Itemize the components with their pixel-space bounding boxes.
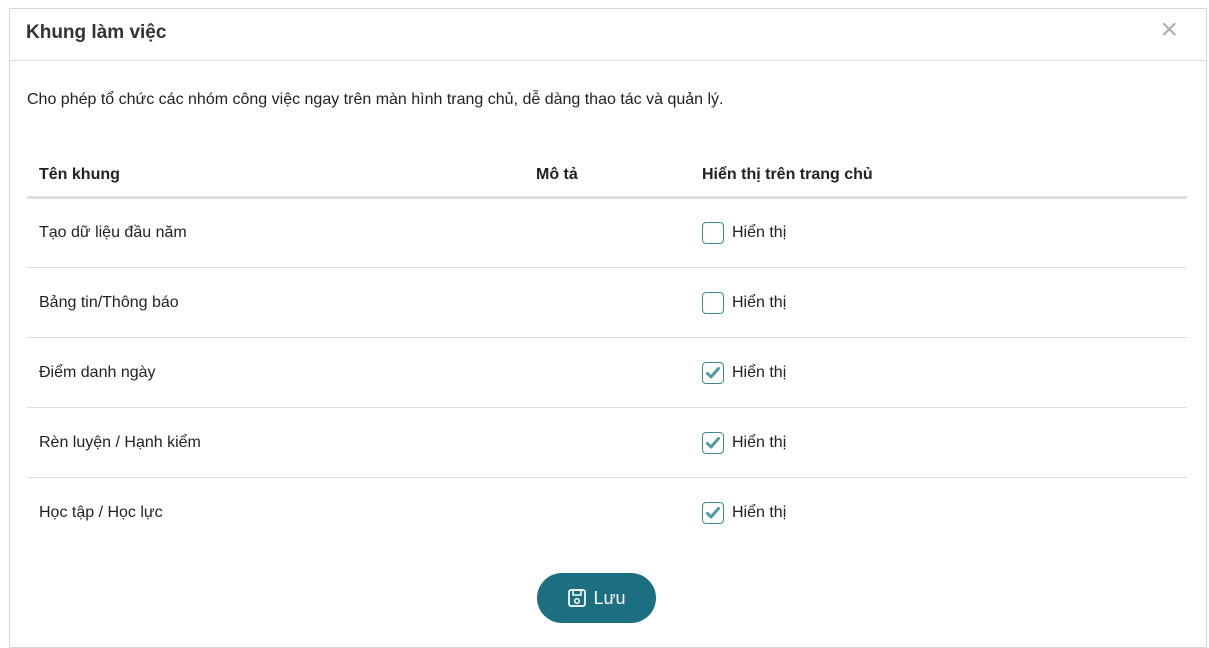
show-toggle[interactable]: Hiển thị <box>702 222 1175 244</box>
frame-name: Học tập / Học lực <box>39 503 163 521</box>
frame-description <box>524 478 690 548</box>
header-description: Mô tả <box>524 154 690 199</box>
dialog-header: Khung làm việc × <box>10 9 1206 61</box>
table-row: Học tập / Học lực Hiển thị <box>27 478 1187 548</box>
table-header-row: Tên khung Mô tả Hiển thị trên trang chủ <box>27 154 1187 199</box>
show-toggle[interactable]: Hiển thị <box>702 501 1175 524</box>
dialog-description: Cho phép tổ chức các nhóm công việc ngay… <box>27 91 724 108</box>
show-checkbox-label: Hiển thị <box>732 503 787 521</box>
table-row: Tạo dữ liệu đầu năm Hiển thị <box>27 197 1187 268</box>
show-cell: Hiển thị <box>690 407 1187 478</box>
frame-description <box>524 267 690 338</box>
show-checkbox-label: Hiển thị <box>732 363 787 381</box>
table-row: Bảng tin/Thông báo Hiển thị <box>27 267 1187 338</box>
save-button-label: Lưu <box>593 587 626 608</box>
frame-description <box>524 407 690 478</box>
dialog-title: Khung làm việc <box>26 22 167 43</box>
show-checkbox-label: Hiển thị <box>732 224 787 241</box>
table-row: Điểm danh ngày Hiển thị <box>27 337 1187 408</box>
show-cell: Hiển thị <box>690 337 1187 408</box>
show-toggle[interactable]: Hiển thị <box>702 291 1175 314</box>
show-checkbox[interactable] <box>702 501 724 524</box>
show-cell: Hiển thị <box>690 267 1187 338</box>
frame-name: Rèn luyện / Hạnh kiểm <box>27 407 524 478</box>
show-cell: Hiển thị <box>690 197 1187 268</box>
show-toggle[interactable]: Hiển thị <box>702 431 1175 454</box>
frame-description <box>524 197 690 268</box>
header-show-on-home: Hiển thị trên trang chủ <box>690 154 1187 199</box>
checkmark-icon <box>706 366 720 378</box>
show-checkbox[interactable] <box>702 222 724 244</box>
show-checkbox[interactable] <box>702 291 724 314</box>
frame-name: Điểm danh ngày <box>27 337 524 408</box>
save-button[interactable]: Lưu <box>537 573 656 623</box>
workspace-dialog: Khung làm việc × Cho phép tổ chức các nh… <box>9 8 1207 648</box>
show-cell: Hiển thị <box>690 478 1187 548</box>
show-checkbox[interactable] <box>702 361 724 384</box>
frames-table: Tên khung Mô tả Hiển thị trên trang chủ … <box>27 154 1187 548</box>
show-checkbox[interactable] <box>702 431 724 454</box>
frame-description <box>524 337 690 408</box>
show-checkbox-label: Hiển thị <box>732 293 787 311</box>
frame-name: Bảng tin/Thông báo <box>27 267 524 338</box>
frame-name: Tạo dữ liệu đầu năm <box>27 197 524 268</box>
close-icon[interactable]: × <box>1160 15 1178 45</box>
checkmark-icon <box>706 506 720 519</box>
show-checkbox-label: Hiển thị <box>732 433 787 451</box>
header-frame-name: Tên khung <box>27 154 524 199</box>
floppy-disk-icon <box>567 588 587 608</box>
checkmark-icon <box>706 436 720 448</box>
show-toggle[interactable]: Hiển thị <box>702 361 1175 384</box>
table-row: Rèn luyện / Hạnh kiểm Hiển thị <box>27 407 1187 478</box>
